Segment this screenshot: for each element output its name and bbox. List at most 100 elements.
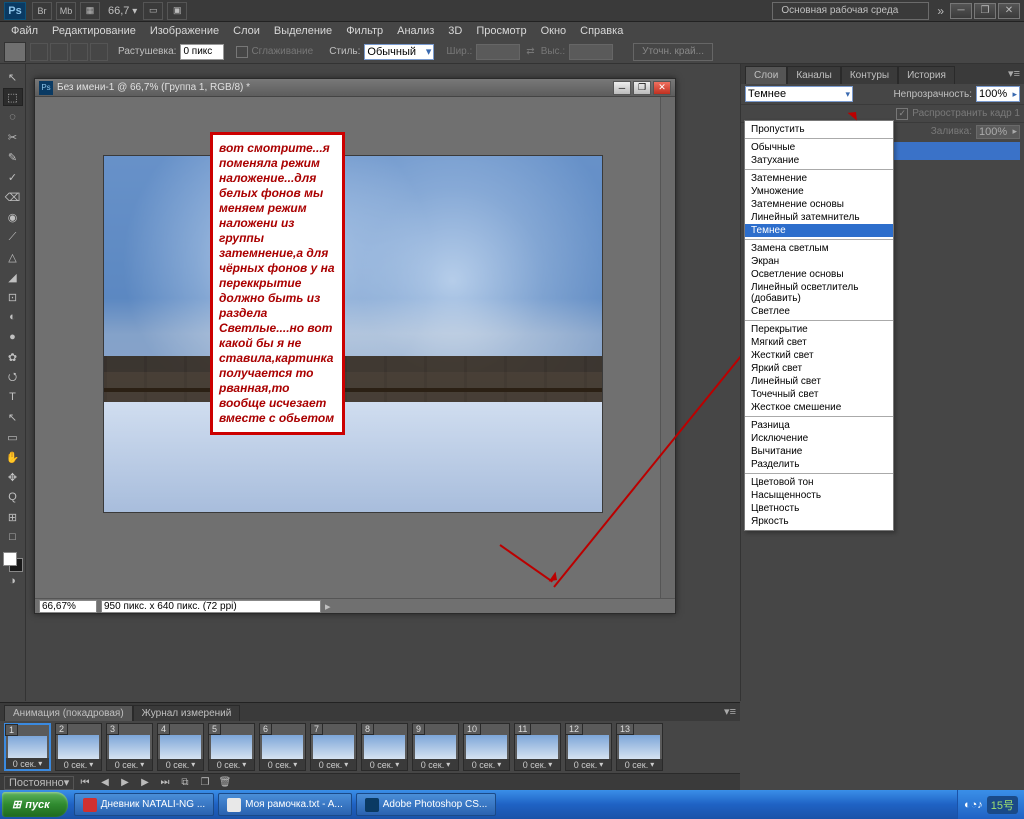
taskbar-item-0[interactable]: Дневник NATALI-NG ... <box>74 793 214 816</box>
start-button[interactable]: ⊞пуск <box>2 792 68 817</box>
blend-option[interactable]: Разделить <box>745 458 893 471</box>
new-selection-icon[interactable] <box>30 43 48 61</box>
doc-maximize-button[interactable]: ❐ <box>633 81 651 95</box>
blend-option[interactable]: Затемнение основы <box>745 198 893 211</box>
frame-13[interactable]: 130 сек. <box>616 723 663 771</box>
maximize-button[interactable]: ❐ <box>974 3 996 19</box>
document-titlebar[interactable]: Ps Без имени-1 @ 66,7% (Группа 1, RGB/8)… <box>35 79 675 97</box>
blend-option[interactable]: Жесткое смешение <box>745 401 893 414</box>
frame-8[interactable]: 80 сек. <box>361 723 408 771</box>
blend-option[interactable]: Линейный осветлитель (добавить) <box>745 281 893 305</box>
doc-minimize-button[interactable]: ─ <box>613 81 631 95</box>
last-frame-button[interactable]: ⏭ <box>156 776 174 790</box>
quickmask-icon[interactable]: ◑ <box>3 572 23 590</box>
tween-button[interactable]: ⧉ <box>176 776 194 790</box>
bridge-icon[interactable]: Br <box>32 2 52 20</box>
menu-изображение[interactable]: Изображение <box>143 23 226 39</box>
blend-option[interactable]: Затухание <box>745 154 893 167</box>
blend-option[interactable]: Линейный затемнитель <box>745 211 893 224</box>
tool-23[interactable]: □ <box>3 528 23 546</box>
tool-21[interactable]: Q <box>3 488 23 506</box>
tray-icons[interactable]: ◐◔♪ <box>964 799 983 811</box>
menu-фильтр[interactable]: Фильтр <box>339 23 390 39</box>
blend-option[interactable]: Яркость <box>745 515 893 528</box>
blend-option[interactable]: Разница <box>745 419 893 432</box>
blend-option[interactable]: Мягкий свет <box>745 336 893 349</box>
system-tray[interactable]: ◐◔♪ 15号 <box>957 790 1024 819</box>
frame-11[interactable]: 110 сек. <box>514 723 561 771</box>
blend-option[interactable]: Перекрытие <box>745 323 893 336</box>
blend-option[interactable]: Обычные <box>745 141 893 154</box>
arrange-icon[interactable]: ▭ <box>143 2 163 20</box>
panel-menu-icon[interactable]: ▾≡ <box>1008 67 1020 80</box>
taskbar-item-1[interactable]: Моя рамочка.txt - A... <box>218 793 352 816</box>
add-selection-icon[interactable] <box>50 43 68 61</box>
tool-8[interactable]: ⟋ <box>3 228 23 246</box>
blend-option[interactable]: Насыщенность <box>745 489 893 502</box>
document-canvas[interactable]: вот смотрите...я поменяла режим наложени… <box>35 97 660 598</box>
mini-bridge-icon[interactable]: Mb <box>56 2 76 20</box>
info-arrow-icon[interactable]: ▸ <box>325 600 331 613</box>
frame-12[interactable]: 120 сек. <box>565 723 612 771</box>
tool-5[interactable]: ✓ <box>3 168 23 186</box>
menu-3d[interactable]: 3D <box>441 23 469 39</box>
tool-15[interactable]: ⭯ <box>3 368 23 386</box>
blend-mode-select[interactable]: Темнее <box>745 86 853 102</box>
blend-option[interactable]: Жесткий свет <box>745 349 893 362</box>
duplicate-frame-button[interactable]: ❐ <box>196 776 214 790</box>
frame-9[interactable]: 90 сек. <box>412 723 459 771</box>
tool-16[interactable]: T <box>3 388 23 406</box>
tool-11[interactable]: ⊡ <box>3 288 23 306</box>
delete-frame-button[interactable]: 🗑 <box>216 776 234 790</box>
tool-7[interactable]: ◉ <box>3 208 23 226</box>
loop-select[interactable]: Постоянно▾ <box>4 776 74 790</box>
tool-19[interactable]: ✋ <box>3 448 23 466</box>
blend-option[interactable]: Экран <box>745 255 893 268</box>
blend-option[interactable]: Осветление основы <box>745 268 893 281</box>
blend-option[interactable]: Светлее <box>745 305 893 318</box>
document-info[interactable]: 950 пикс. x 640 пикс. (72 ppi) <box>101 600 321 613</box>
vertical-scrollbar[interactable] <box>660 97 675 598</box>
menu-редактирование[interactable]: Редактирование <box>45 23 143 39</box>
refine-edge-button[interactable]: Уточн. край... <box>633 43 713 61</box>
tool-0[interactable]: ↖ <box>3 68 23 86</box>
frame-10[interactable]: 100 сек. <box>463 723 510 771</box>
tool-13[interactable]: ● <box>3 328 23 346</box>
next-frame-button[interactable]: ▶ <box>136 776 154 790</box>
animation-menu-icon[interactable]: ▾≡ <box>724 705 736 718</box>
tool-20[interactable]: ✥ <box>3 468 23 486</box>
tool-preset-icon[interactable] <box>4 42 26 62</box>
frame-4[interactable]: 40 сек. <box>157 723 204 771</box>
tool-14[interactable]: ✿ <box>3 348 23 366</box>
tool-9[interactable]: △ <box>3 248 23 266</box>
menu-анализ[interactable]: Анализ <box>390 23 441 39</box>
menu-справка[interactable]: Справка <box>573 23 630 39</box>
anim-tab-0[interactable]: Анимация (покадровая) <box>4 705 133 721</box>
blend-option[interactable]: Темнее <box>745 224 893 237</box>
minimize-button[interactable]: ─ <box>950 3 972 19</box>
panel-tab-0[interactable]: Слои <box>745 66 787 84</box>
tool-10[interactable]: ◢ <box>3 268 23 286</box>
menu-файл[interactable]: Файл <box>4 23 45 39</box>
menu-окно[interactable]: Окно <box>534 23 574 39</box>
style-select[interactable]: Обычный▾ <box>364 44 434 60</box>
doc-close-button[interactable]: ✕ <box>653 81 671 95</box>
tool-6[interactable]: ⌫ <box>3 188 23 206</box>
collapse-panels-icon[interactable]: » <box>937 4 944 18</box>
first-frame-button[interactable]: ⏮ <box>76 776 94 790</box>
blend-option[interactable]: Замена светлым <box>745 242 893 255</box>
frame-1[interactable]: 10 сек. <box>4 723 51 771</box>
blend-option[interactable]: Затемнение <box>745 172 893 185</box>
anim-tab-1[interactable]: Журнал измерений <box>133 705 241 721</box>
blend-option[interactable]: Цветность <box>745 502 893 515</box>
blend-option[interactable]: Линейный свет <box>745 375 893 388</box>
intersect-selection-icon[interactable] <box>90 43 108 61</box>
panel-tab-3[interactable]: История <box>898 66 955 84</box>
blend-option[interactable]: Пропустить <box>745 123 893 136</box>
frame-2[interactable]: 20 сек. <box>55 723 102 771</box>
blend-option[interactable]: Яркий свет <box>745 362 893 375</box>
frame-3[interactable]: 30 сек. <box>106 723 153 771</box>
blend-option[interactable]: Умножение <box>745 185 893 198</box>
blend-mode-dropdown[interactable]: Пропустить ОбычныеЗатухание ЗатемнениеУмно… <box>744 120 894 531</box>
zoom-display[interactable]: 66,7 ▾ <box>108 5 137 17</box>
